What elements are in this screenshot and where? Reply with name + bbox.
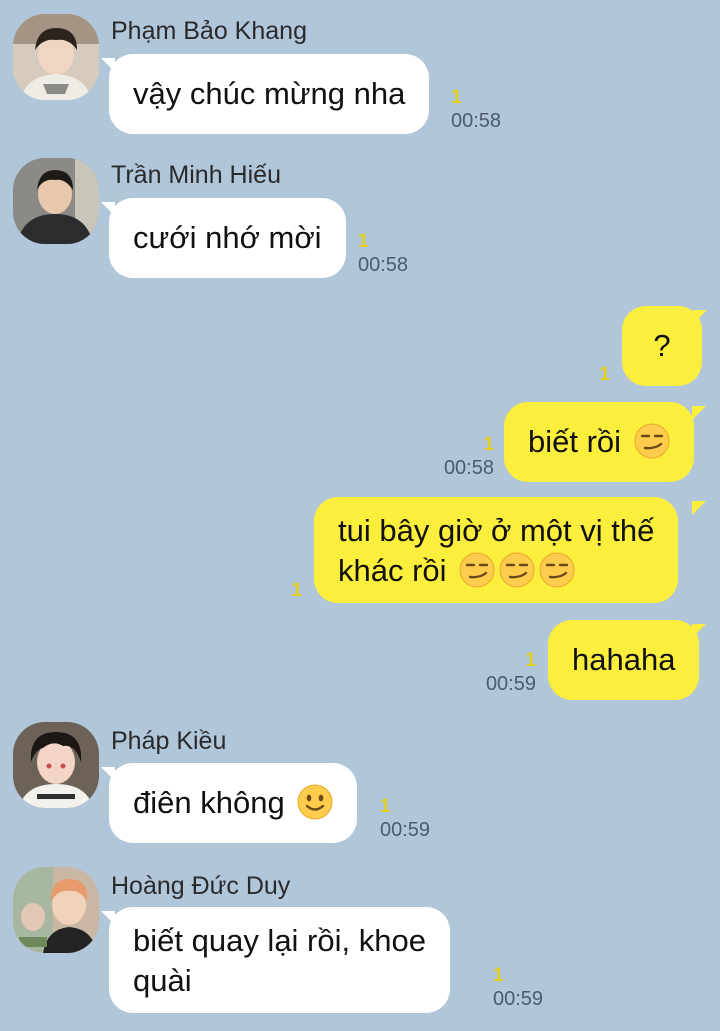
message-bubble[interactable]: điên không <box>109 763 358 843</box>
message-meta: 1 00:58 <box>400 434 494 480</box>
message-time: 00:58 <box>451 110 502 132</box>
message-text: biết rồi <box>528 424 622 459</box>
message-text: hahaha <box>572 642 676 677</box>
message-text: ? <box>653 328 671 363</box>
sender-avatar[interactable] <box>13 722 99 808</box>
message-text: điên không <box>133 785 285 820</box>
message-text-line: tui bây giờ ở một vị thế <box>338 513 655 548</box>
message-time: 00:59 <box>380 819 431 841</box>
message-meta: 1 00:59 <box>493 965 543 1011</box>
message-meta: 1 <box>250 580 302 602</box>
smirking-face-icon <box>634 423 670 459</box>
message-bubble[interactable]: cưới nhớ mời <box>109 198 346 278</box>
message-text-line: khác rồi <box>338 551 654 591</box>
sender-name: Trần Minh Hiếu <box>111 161 281 189</box>
unread-count: 1 <box>380 796 391 817</box>
message-meta: 1 00:58 <box>358 231 408 277</box>
bubble-tail <box>693 310 707 324</box>
message-text-line: biết quay lại rồi, khoe <box>133 923 426 958</box>
smirking-face-icon <box>459 552 495 588</box>
unread-count: 1 <box>483 434 494 455</box>
message-bubble[interactable]: ? <box>622 306 702 386</box>
message-time: 00:58 <box>358 254 409 276</box>
slightly-smiling-face-icon <box>297 784 333 820</box>
sender-avatar[interactable] <box>13 14 99 100</box>
message-meta: 1 00:59 <box>380 796 430 842</box>
smirking-face-icon <box>539 552 575 588</box>
sender-name: Phạm Bảo Khang <box>111 17 307 45</box>
message-time: 00:59 <box>485 673 536 695</box>
message-text: vậy chúc mừng nha <box>133 76 406 111</box>
message-text-line: quài <box>133 963 192 998</box>
sender-name: Pháp Kiều <box>111 727 227 755</box>
message-text: cưới nhớ mời <box>133 220 322 255</box>
sender-avatar[interactable] <box>13 158 99 244</box>
message-meta: 1 00:58 <box>451 87 501 133</box>
unread-count: 1 <box>525 650 536 671</box>
unread-count: 1 <box>493 965 504 986</box>
unread-count: 1 <box>358 231 369 252</box>
message-meta: 1 <box>560 364 610 386</box>
smirking-face-icon <box>499 552 535 588</box>
chat-room: Phạm Bảo Khang vậy chúc mừng nha 1 00:58… <box>0 0 720 1031</box>
message-bubble[interactable]: biết rồi <box>504 402 694 482</box>
bubble-tail <box>692 624 706 638</box>
bubble-tail <box>692 406 706 420</box>
unread-count: 1 <box>291 580 302 601</box>
message-time: 00:59 <box>493 988 544 1010</box>
message-bubble[interactable]: biết quay lại rồi, khoe quài <box>109 907 450 1013</box>
sender-name: Hoàng Đức Duy <box>111 872 291 900</box>
message-bubble[interactable]: vậy chúc mừng nha <box>109 54 430 134</box>
unread-count: 1 <box>599 364 610 385</box>
message-meta: 1 00:59 <box>444 650 536 696</box>
sender-avatar[interactable] <box>13 867 99 953</box>
message-bubble[interactable]: hahaha <box>548 620 700 700</box>
message-bubble[interactable]: tui bây giờ ở một vị thế khác rồi <box>314 497 679 603</box>
bubble-tail <box>692 501 706 515</box>
unread-count: 1 <box>451 87 462 108</box>
message-time: 00:58 <box>443 457 494 479</box>
